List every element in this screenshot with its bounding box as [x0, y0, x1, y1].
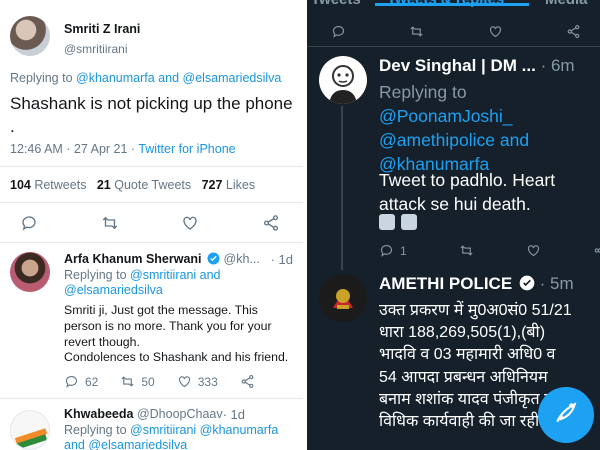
retweet-icon[interactable] [409, 24, 424, 39]
replying-prefix: Replying to [379, 82, 467, 102]
tweet-actions [20, 214, 280, 232]
author-handle[interactable]: @smritiirani [64, 42, 128, 56]
divider [307, 46, 600, 47]
share-icon[interactable] [262, 214, 280, 232]
reply2-time[interactable]: · 1d [223, 407, 245, 422]
reply-icon[interactable] [331, 24, 346, 39]
reply2-replying-to: Replying to @smritiirani @khanumarfa and… [64, 423, 296, 450]
like-icon[interactable] [526, 243, 541, 258]
likes-count[interactable]: 727 [202, 178, 223, 192]
replying-prefix: Replying to [64, 423, 131, 437]
khwabeeda-avatar[interactable] [10, 410, 50, 450]
like-count-group[interactable]: 333 [177, 374, 218, 389]
reply-icon[interactable] [379, 243, 394, 258]
police-text-line: भादवि व 03 महामारी अधि0 व [379, 346, 556, 364]
dev-author-name[interactable]: Dev Singhal | DM ... [379, 56, 536, 75]
divider [0, 242, 303, 243]
left-screenshot-panel: Smriti Z Irani @smritiirani Replying to … [0, 0, 303, 450]
reply-time[interactable]: · 1d [271, 252, 293, 267]
like-icon[interactable] [181, 214, 199, 232]
reply-author[interactable]: Arfa Khanum Sherwani @kh... [64, 252, 260, 266]
retweets-count[interactable]: 104 [10, 178, 31, 192]
man-facepalming-emoji [401, 214, 417, 230]
reply-text-2: Condolences to Shashank and his friend. [64, 350, 289, 364]
dev-replying-to: Replying to @PoonamJoshi_ @amethipolice … [379, 80, 594, 176]
compose-icon [553, 400, 579, 431]
retweet-icon[interactable] [120, 374, 135, 389]
retweet-count-group[interactable]: 50 [120, 374, 155, 389]
likes-label[interactable]: Likes [222, 178, 255, 192]
arfa-avatar[interactable] [10, 252, 50, 292]
reply-author-name[interactable]: Arfa Khanum Sherwani [64, 252, 202, 266]
like-count: 333 [197, 374, 218, 389]
replying-to-links[interactable]: @khanumarfa and @elsamariedsilva [76, 71, 281, 85]
active-tab-indicator [375, 3, 529, 6]
dev-singhal-avatar[interactable] [319, 56, 367, 104]
verified-icon [207, 252, 220, 265]
retweet-icon[interactable] [101, 214, 119, 232]
tweet-meta: 12:46 AM · 27 Apr 21 · Twitter for iPhon… [10, 142, 236, 156]
verified-icon [519, 275, 535, 291]
share-icon[interactable] [240, 374, 255, 389]
police-time[interactable]: · 5m [540, 274, 574, 293]
dev-tweet-text: Tweet to padhlo. Heart attack se hui dea… [379, 170, 556, 214]
reply-count: 1 [400, 243, 407, 258]
replying-prefix: Replying to [10, 71, 77, 85]
share-icon[interactable] [566, 24, 581, 39]
reply2-author-handle[interactable]: @DhoopChaav [137, 407, 223, 421]
retweets-label[interactable]: Retweets [31, 178, 97, 192]
reply2-author[interactable]: Khwabeeda @DhoopChaav [64, 407, 223, 421]
reply-replying-to: Replying to @smritiirani and @elsamaried… [64, 268, 303, 298]
emoji-row [379, 214, 423, 233]
reply-icon[interactable] [20, 214, 38, 232]
dev-author[interactable]: Dev Singhal | DM ... · 6m [379, 56, 575, 76]
reply-icon[interactable] [64, 374, 79, 389]
reply-author-handle[interactable]: @kh... [224, 252, 260, 266]
like-icon[interactable] [177, 374, 192, 389]
reply-count-group[interactable]: 62 [64, 374, 98, 389]
reply-count: 62 [85, 374, 99, 389]
tweet-time[interactable]: 12:46 AM · 27 Apr 21 · [10, 142, 138, 156]
prev-tweet-actions [331, 24, 581, 39]
retweet-icon[interactable] [459, 243, 474, 258]
dev-time[interactable]: · 6m [541, 56, 575, 75]
reply-actions: 62 50 333 [64, 374, 274, 389]
profile-tabs: Tweets Tweets & replies Media [307, 0, 600, 11]
tweet-source[interactable]: Twitter for iPhone [138, 142, 235, 156]
police-text-line: 54 आपदा प्रबन्धन अधिनियम [379, 368, 548, 386]
right-screenshot-panel: Tweets Tweets & replies Media Dev Singha… [307, 0, 600, 450]
replying-to-links[interactable]: @PoonamJoshi_ @amethipolice and @khanuma… [379, 106, 529, 174]
tweet-text: Shashank is not picking up the phone . [10, 94, 293, 136]
police-text-line: उक्त प्रकरण में मु0अ0सं0 51/21 [379, 302, 572, 319]
reply2-author-name[interactable]: Khwabeeda [64, 407, 133, 421]
reply-text: Smriti ji, Just got the message. This pe… [64, 303, 272, 349]
tab-tweets[interactable]: Tweets [311, 0, 361, 8]
divider [0, 202, 303, 203]
man-facepalming-emoji [379, 214, 395, 230]
tweet-stats: 104 Retweets 21 Quote Tweets 727 Likes [10, 178, 255, 192]
replying-to: Replying to @khanumarfa and @elsamarieds… [10, 71, 281, 85]
quote-count[interactable]: 21 [97, 178, 111, 192]
thread-line [341, 106, 343, 270]
dev-actions: 1 [379, 243, 600, 258]
divider [0, 398, 303, 399]
author-name[interactable]: Smriti Z Irani [64, 22, 140, 36]
smriti-avatar[interactable] [10, 16, 50, 56]
replying-prefix: Replying to [64, 268, 131, 282]
retweet-count: 50 [141, 374, 155, 389]
share-icon[interactable] [593, 243, 600, 258]
police-text-line: धारा 188,269,505(1),(बी) [379, 324, 546, 342]
amethi-police-avatar[interactable] [319, 274, 367, 322]
like-icon[interactable] [488, 24, 503, 39]
compose-tweet-button[interactable] [538, 387, 594, 443]
police-author[interactable]: AMETHI POLICE · 5m [379, 274, 574, 294]
divider [0, 166, 303, 167]
quote-label[interactable]: Quote Tweets [111, 178, 202, 192]
police-author-name[interactable]: AMETHI POLICE [379, 274, 512, 293]
tab-media[interactable]: Media [545, 0, 588, 8]
